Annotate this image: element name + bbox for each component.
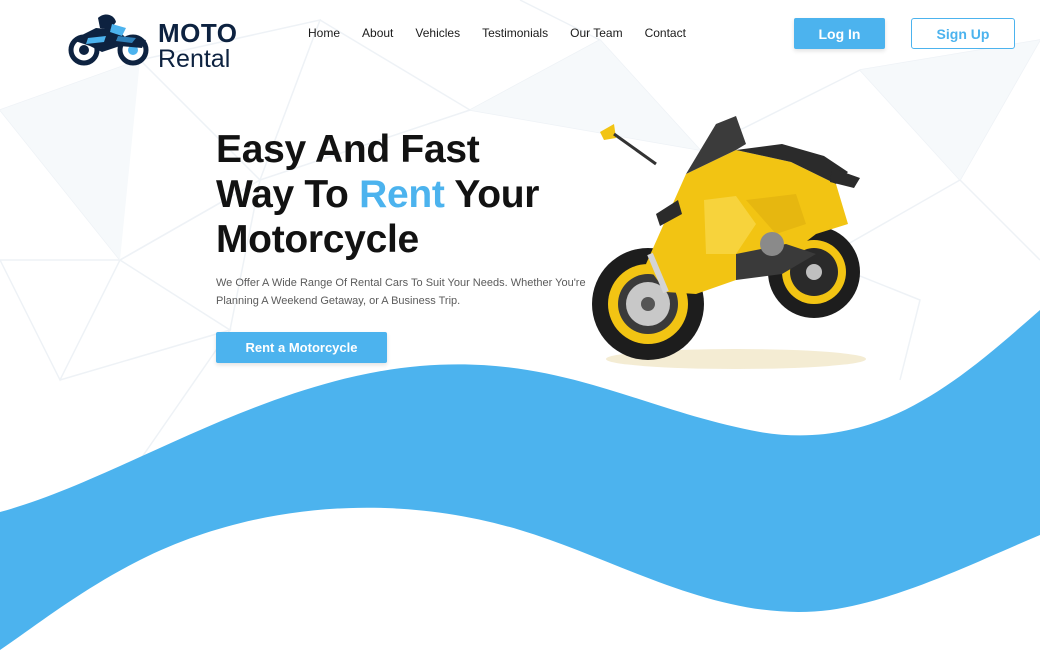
brand-name: MOTO [158, 18, 238, 48]
nav-item-testimonials[interactable]: Testimonials [482, 26, 548, 40]
brand-subname: Rental [158, 45, 231, 73]
nav-item-contact[interactable]: Contact [645, 26, 686, 40]
hero-title: Easy And Fast Way To Rent Your Motorcycl… [216, 127, 596, 262]
login-button[interactable]: Log In [794, 18, 885, 49]
main-nav: Home About Vehicles Testimonials Our Tea… [308, 26, 686, 40]
nav-item-about[interactable]: About [362, 26, 393, 40]
brand-logo[interactable]: MOTO Rental [66, 10, 246, 72]
hero-title-line2b: Your [454, 173, 540, 216]
hero-wave-shape [0, 310, 1040, 650]
yellow-sport-motorcycle [592, 116, 866, 369]
nav-item-our-team[interactable]: Our Team [570, 26, 622, 40]
hero-section: Easy And Fast Way To Rent Your Motorcycl… [216, 127, 596, 363]
site-header: MOTO Rental Home About Vehicles Testimon… [0, 0, 1040, 72]
hero-title-line1: Easy And Fast [216, 128, 480, 171]
nav-item-home[interactable]: Home [308, 26, 340, 40]
signup-button[interactable]: Sign Up [911, 18, 1015, 49]
hero-description: We Offer A Wide Range Of Rental Cars To … [216, 277, 586, 307]
nav-item-vehicles[interactable]: Vehicles [415, 26, 460, 40]
hero-title-line3: Motorcycle [216, 218, 419, 261]
hero-title-accent: Rent [359, 173, 445, 216]
motorcycle-rider-icon [68, 14, 149, 66]
hero-title-line2a: Way To [216, 173, 349, 216]
rent-motorcycle-button[interactable]: Rent a Motorcycle [216, 332, 387, 363]
